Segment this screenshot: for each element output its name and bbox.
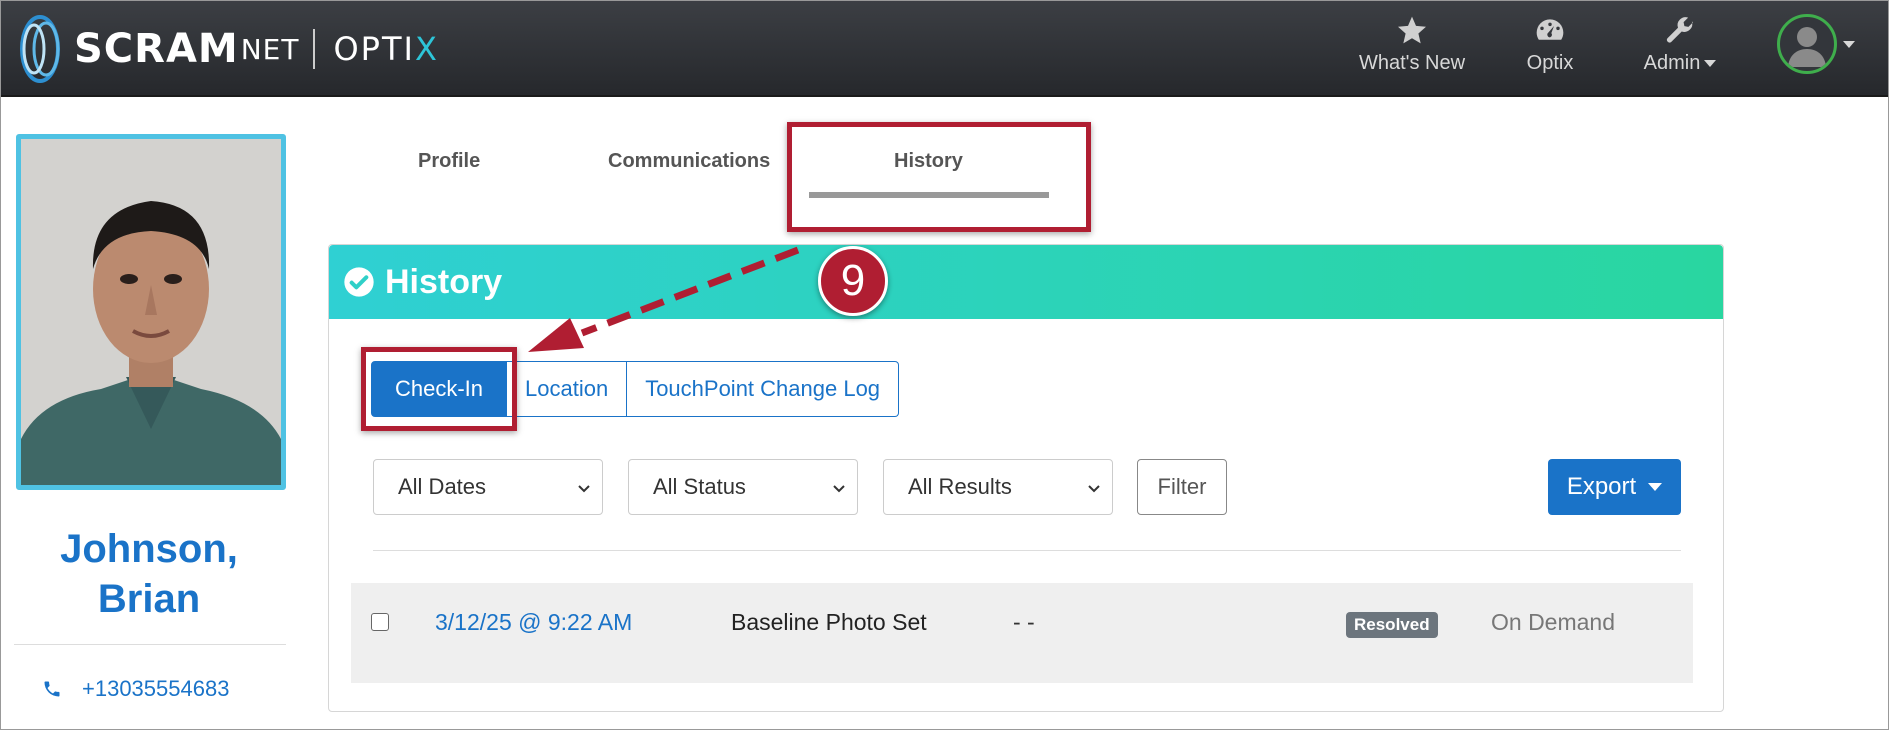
annotation-highlight-history-tab [787,122,1091,232]
logo-product: OPTIX [333,30,438,68]
dashboard-gauge-icon [1536,19,1564,40]
phone-number[interactable]: +13035554683 [82,676,229,702]
subtab-location[interactable]: Location [507,361,628,417]
export-button-label: Export [1566,473,1637,500]
logo-separator [313,29,316,69]
caret-down-icon [1648,483,1663,491]
results-select[interactable]: All Results [883,459,1113,515]
star-icon [1398,16,1426,44]
table-row: 3/12/25 @ 9:22 AM Baseline Photo Set - -… [351,583,1693,683]
chevron-down-icon [578,485,590,493]
logo-product-prefix: OPTI [333,30,415,68]
user-menu[interactable] [1777,14,1855,74]
person-silhouette-icon [1788,27,1826,67]
profile-photo [16,134,286,490]
phone-icon [44,681,60,697]
status-badge: Resolved [1346,612,1438,638]
chevron-down-icon [1088,485,1100,493]
nav-optix[interactable]: Optix [1490,14,1610,75]
history-card-title: History [385,262,503,301]
status-select-value: All Status [653,474,746,499]
annotation-step-badge: 9 [818,246,888,316]
scram-logo-icon [20,15,60,83]
client-name-last: Johnson, [60,527,238,571]
filter-divider [373,550,1681,551]
user-avatar-icon [1777,14,1837,74]
client-name: Johnson, Brian [14,524,284,624]
export-button[interactable]: Export [1548,459,1681,515]
check-circle-icon [344,267,374,297]
annotation-highlight-check-in [361,347,517,431]
tab-communications[interactable]: Communications [608,150,770,173]
row-result: - - [1013,609,1035,635]
top-navbar: SCRAM NET OPTIX What's New Optix Admin [0,0,1889,97]
tab-profile[interactable]: Profile [418,150,480,173]
status-select[interactable]: All Status [628,459,858,515]
chevron-down-icon [1704,60,1717,68]
chevron-down-icon [833,485,845,493]
row-trigger: On Demand [1491,609,1616,635]
profile-divider [14,644,286,645]
dates-select-value: All Dates [398,474,487,499]
results-select-value: All Results [908,474,1012,499]
logo-brand: SCRAM [74,26,239,72]
subtab-touchpoint-change-log[interactable]: TouchPoint Change Log [627,361,900,417]
filter-button[interactable]: Filter [1137,459,1227,515]
nav-admin-dropdown[interactable]: Admin [1620,14,1740,75]
chevron-down-icon [1843,40,1855,48]
history-card: History Check-In Location TouchPoint Cha… [328,244,1724,712]
row-checkbox[interactable] [371,613,389,631]
nav-whats-new[interactable]: What's New [1352,14,1472,75]
logo-product-x: X [414,30,439,68]
history-card-header: History [329,245,1723,319]
client-name-first: Brian [97,577,201,621]
nav-optix-label: Optix [1526,52,1574,74]
phone-contact[interactable]: +13035554683 [42,676,229,702]
wrench-icon [1666,17,1693,43]
dates-select[interactable]: All Dates [373,459,603,515]
profile-photo-image [21,139,281,485]
nav-admin-label: Admin [1643,52,1701,74]
nav-whats-new-label: What's New [1358,52,1466,74]
scramnet-optix-logo[interactable]: SCRAM NET OPTIX [10,14,439,84]
logo-brand-suffix: NET [240,32,300,66]
row-date-link[interactable]: 3/12/25 @ 9:22 AM [435,609,632,636]
row-type: Baseline Photo Set [731,609,927,635]
